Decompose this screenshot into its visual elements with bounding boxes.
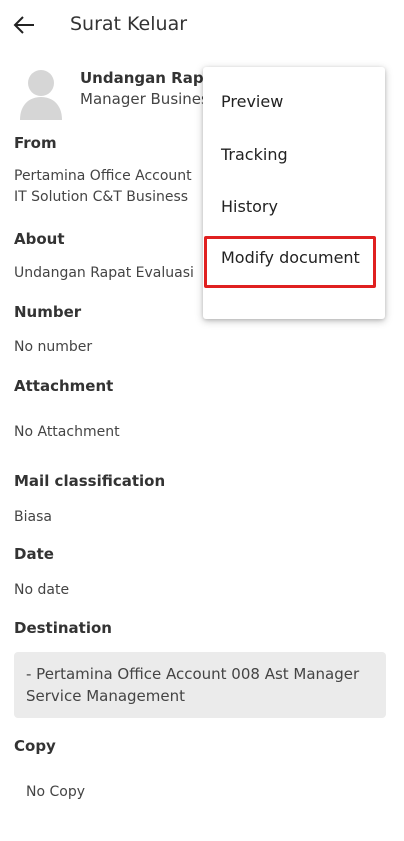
app-bar: Surat Keluar	[0, 0, 404, 52]
menu-item-history[interactable]: History	[221, 197, 278, 216]
user-avatar-icon	[18, 66, 64, 120]
number-label: Number	[14, 303, 82, 321]
overflow-menu: Preview Tracking History Modify document	[203, 67, 385, 319]
about-label: About	[14, 230, 65, 248]
page-title: Surat Keluar	[70, 13, 188, 35]
from-line-1: Pertamina Office Account	[14, 168, 192, 184]
date-value: No date	[14, 582, 70, 598]
from-line-2: IT Solution C&T Business	[14, 189, 189, 205]
sender-role: Manager Business	[80, 90, 217, 108]
destination-box: - Pertamina Office Account 008 Ast Manag…	[14, 652, 386, 718]
copy-label: Copy	[14, 737, 56, 755]
number-value: No number	[14, 339, 93, 355]
about-value: Undangan Rapat Evaluasi	[14, 265, 194, 281]
attachment-label: Attachment	[14, 377, 114, 395]
menu-item-preview[interactable]: Preview	[221, 92, 283, 111]
menu-item-tracking[interactable]: Tracking	[221, 145, 288, 164]
date-label: Date	[14, 545, 54, 563]
destination-value: - Pertamina Office Account 008 Ast Manag…	[26, 665, 360, 705]
destination-label: Destination	[14, 619, 112, 637]
attachment-value: No Attachment	[14, 424, 120, 440]
back-arrow-icon[interactable]	[12, 12, 42, 40]
copy-value: No Copy	[26, 784, 86, 800]
menu-item-modify-document[interactable]: Modify document	[221, 248, 360, 267]
mail-classification-value: Biasa	[14, 509, 52, 525]
mail-classification-label: Mail classification	[14, 472, 166, 490]
sender-name: Undangan Rapat	[80, 69, 221, 87]
from-label: From	[14, 134, 57, 152]
